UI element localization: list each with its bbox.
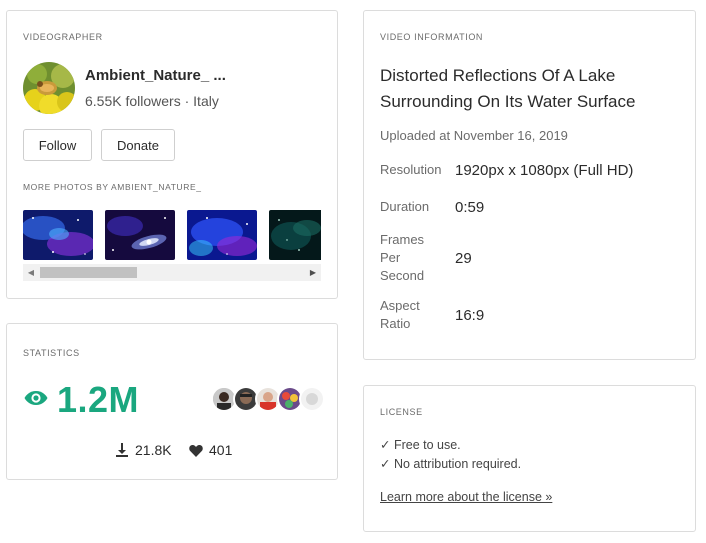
upload-date: Uploaded at November 16, 2019: [380, 128, 568, 143]
photo-thumbnail[interactable]: [105, 210, 175, 260]
meta-separator: ·: [180, 93, 194, 109]
videographer-meta: 6.55K followers · Italy: [85, 93, 219, 109]
license-learn-more-link[interactable]: Learn more about the license »: [380, 490, 552, 504]
videographer-avatar[interactable]: [23, 62, 75, 114]
scrollbar-thumb[interactable]: [40, 267, 137, 278]
videographer-card: VIDEOGRAPHER Ambient_Nature_ ... 6.55K f…: [6, 10, 338, 299]
photo-thumbnail[interactable]: [269, 210, 321, 260]
views-count: 1.2M: [57, 379, 140, 420]
downloads-stat: 21.8K: [115, 442, 172, 458]
license-card: LICENSE ✓ Free to use. ✓ No attribution …: [363, 385, 696, 532]
resolution-value: 1920px x 1080px (Full HD): [455, 162, 634, 179]
video-title: Distorted Reflections Of A Lake Surround…: [380, 66, 636, 111]
videographer-section-label: VIDEOGRAPHER: [23, 32, 103, 42]
duration-value: 0:59: [455, 199, 485, 216]
downloads-count: 21.8K: [135, 442, 172, 458]
resolution-label: Resolution: [380, 162, 442, 177]
videographer-location: Italy: [193, 93, 219, 109]
photo-thumbnail[interactable]: [187, 210, 257, 260]
followers-count: 6.55K followers: [85, 93, 181, 109]
likes-count: 401: [209, 442, 233, 458]
heart-icon: [189, 444, 203, 457]
eye-icon: [24, 391, 48, 405]
aspect-ratio-value: 16:9: [455, 307, 485, 324]
viewer-avatar[interactable]: [299, 386, 325, 412]
fps-value: 29: [455, 250, 472, 267]
scroll-left-arrow-icon[interactable]: ◀: [25, 264, 37, 281]
license-free-to-use: ✓ Free to use.: [380, 438, 461, 452]
fps-label: Frames Per Second: [380, 232, 425, 283]
license-section-label: LICENSE: [380, 407, 423, 417]
thumbnails-scrollbar[interactable]: ◀ ▶: [23, 264, 321, 281]
aspect-ratio-label: Aspect Ratio: [380, 298, 420, 331]
statistics-section-label: STATISTICS: [23, 348, 80, 358]
viewer-avatars: [211, 386, 325, 412]
videographer-name[interactable]: Ambient_Nature_ ...: [85, 67, 226, 84]
license-no-attribution: ✓ No attribution required.: [380, 457, 522, 471]
follow-button[interactable]: Follow: [23, 129, 92, 161]
video-information-section-label: VIDEO INFORMATION: [380, 32, 484, 42]
video-information-card: VIDEO INFORMATION Distorted Reflections …: [363, 10, 696, 360]
likes-stat: 401: [189, 442, 232, 458]
more-photos-strip: [23, 210, 321, 264]
photo-thumbnail[interactable]: [23, 210, 93, 260]
duration-label: Duration: [380, 199, 430, 214]
scroll-right-arrow-icon[interactable]: ▶: [307, 264, 319, 281]
donate-button[interactable]: Donate: [101, 129, 175, 161]
statistics-card: STATISTICS 1.2M 21.8K 401: [6, 323, 338, 480]
download-icon: [116, 443, 128, 457]
more-photos-label: MORE PHOTOS BY AMBIENT_NATURE_: [23, 182, 202, 192]
